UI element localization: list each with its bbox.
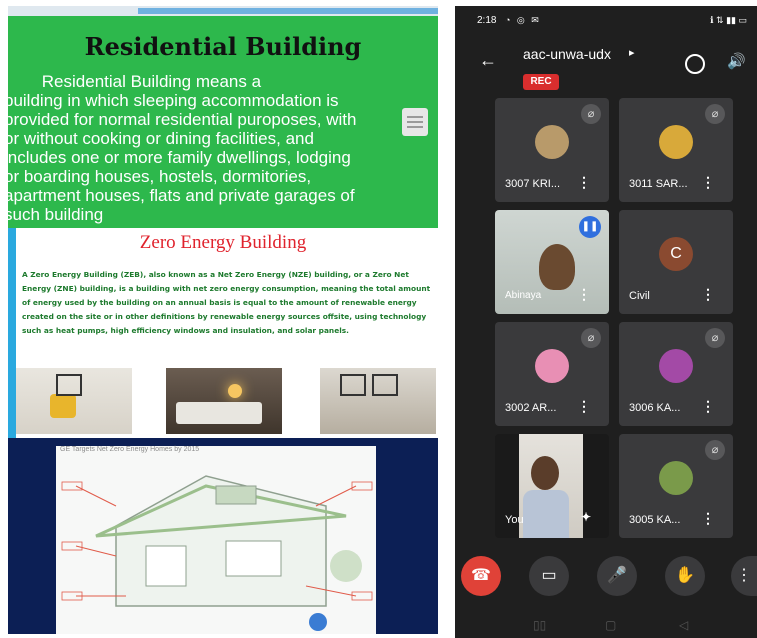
caret-right-icon[interactable]: ▸ [629,46,635,59]
zeb-title: Zero Energy Building [139,232,307,253]
mic-off-icon: ⌀ [581,328,601,348]
house-diagram: GE Targets Net Zero Energy Homes by 2015 [56,446,376,634]
face-shape [531,456,559,490]
mic-off-icon: ⌀ [705,328,725,348]
house-drawing [61,475,373,631]
participant-name: 3007 KRI... [505,178,561,190]
bedroom-photo [166,368,282,434]
presentation-panel: Residential Building Residential Buildin… [8,6,438,634]
participant-tile[interactable]: C Civil ⋮ [619,210,733,314]
more-options-icon[interactable]: ⋮ [701,286,715,303]
participant-tile[interactable]: ⌀ 3002 AR... ⋮ [495,322,609,426]
more-options-button[interactable]: ⋮ [731,556,757,596]
participant-name: 3011 SAR... [629,178,688,190]
diagram-title: GE Targets Net Zero Energy Homes by 2015 [60,446,200,453]
face-shape [539,244,575,290]
participant-tile[interactable]: ⌀ 3005 KA... ⋮ [619,434,733,538]
shirt-shape [523,490,569,538]
nav-back-icon[interactable]: ◁ [679,618,688,632]
status-indicator-icons: ◔ ◎ ✉ [505,15,541,25]
residential-slide: Residential Building Residential Buildin… [8,16,438,228]
zero-energy-slide: Zero Energy Building A Zero Energy Build… [8,228,438,438]
participant-name: 3006 KA... [629,402,681,414]
participant-tile[interactable]: ⌀ 3011 SAR... ⋮ [619,98,733,202]
slide-left-bar [8,228,16,438]
effects-icon[interactable]: ✦ [581,510,591,524]
chair-shape [50,394,76,418]
more-options-icon[interactable]: ⋮ [701,510,715,527]
avatar: C [659,237,693,271]
participant-name: You [505,514,524,526]
avatar [659,461,693,495]
picture-frame [340,374,366,396]
recording-badge: REC [523,74,559,90]
interior-photo [320,368,436,434]
mic-off-icon: ⌀ [705,104,725,124]
participant-name: Civil [629,290,650,302]
zeb-text: A Zero Energy Building (ZEB), also known… [22,270,431,335]
mic-off-icon: ⌀ [581,104,601,124]
avatar [659,125,693,159]
status-bar: 2:18 ◔ ◎ ✉ ℹ ⇅ ▮▮ ▭ [455,6,757,34]
avatar [659,349,693,383]
raise-hand-button[interactable]: ✋ [665,556,705,596]
top-strip-accent [138,8,438,14]
avatar [535,125,569,159]
participant-tile[interactable]: ⌀ 3006 KA... ⋮ [619,322,733,426]
living-room-photo [16,368,132,434]
more-options-icon[interactable]: ⋮ [577,398,591,415]
end-call-button[interactable]: ☎ [461,556,501,596]
more-options-icon[interactable]: ⋮ [577,174,591,191]
back-arrow-icon[interactable]: ← [479,50,497,71]
nav-recents-icon[interactable]: ▯▯ [533,618,546,632]
microphone-button[interactable]: 🎤 [597,556,637,596]
residential-title: Residential Building [84,32,362,61]
avatar [535,349,569,383]
status-time: 2:18 [477,15,497,26]
participant-tile[interactable]: ⌀ 3007 KRI... ⋮ [495,98,609,202]
call-controls: ☎ ▭ 🎤 ✋ ⋮ ▯▯ ▢ ◁ [455,548,757,638]
mic-off-icon: ⌀ [705,440,725,460]
switch-camera-icon[interactable] [685,54,705,74]
picture-frame [56,374,82,396]
speaking-indicator-icon: ❚❚ [579,216,601,238]
signal-battery-icons: ℹ ⇅ ▮▮ ▭ [710,15,747,25]
bed-shape [176,402,262,424]
more-options-icon[interactable]: ⋮ [701,174,715,191]
participant-name: Abinaya [505,290,542,301]
participant-name: 3005 KA... [629,514,681,526]
participant-name: 3002 AR... [505,402,557,414]
picture-frame [372,374,398,396]
speaker-icon[interactable]: 🔊 [727,52,746,70]
more-options-icon[interactable]: ⋮ [701,398,715,415]
top-strip [8,6,438,16]
more-options-icon[interactable]: ⋮ [577,286,591,303]
lamp-shape [228,384,242,398]
document-icon[interactable] [402,108,428,136]
residential-text: Residential Building means a building in… [8,72,357,224]
net-zero-diagram-slide: GE Targets Net Zero Energy Homes by 2015 [8,438,438,634]
nav-home-icon[interactable]: ▢ [605,618,616,632]
participant-tile[interactable]: ❚❚ Abinaya ⋮ [495,210,609,314]
meeting-code[interactable]: aac-unwa-udx [523,46,611,62]
camera-button[interactable]: ▭ [529,556,569,596]
self-video [519,434,583,538]
self-view-tile[interactable]: You ✦ [495,434,609,538]
meet-window: 2:18 ◔ ◎ ✉ ℹ ⇅ ▮▮ ▭ ← aac-unwa-udx ▸ REC… [455,6,757,638]
